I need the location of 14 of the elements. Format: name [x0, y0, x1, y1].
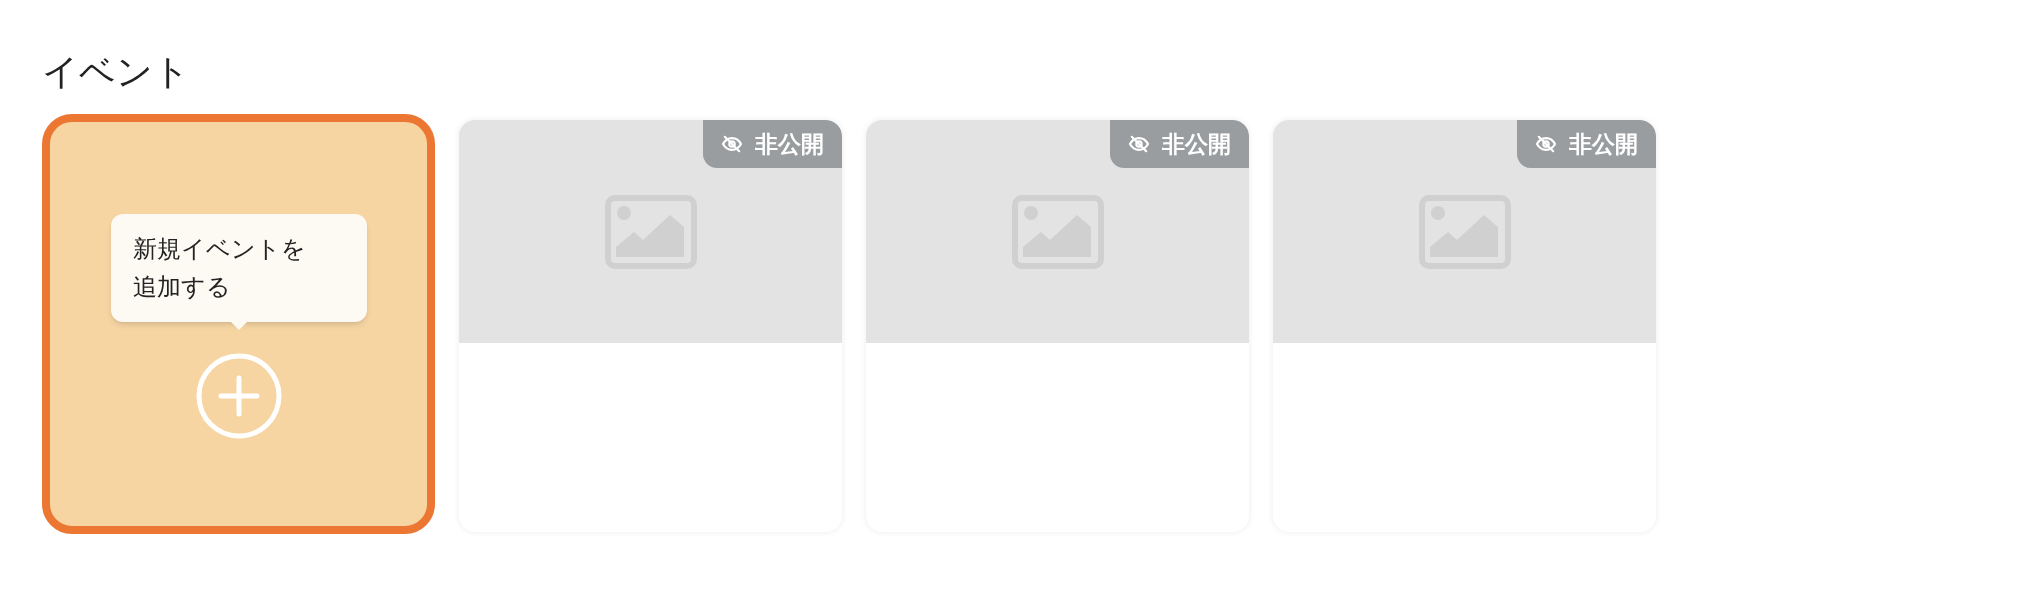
eye-off-icon [1128, 135, 1150, 153]
event-card[interactable]: 非公開 [1273, 120, 1656, 532]
section-title: イベント [42, 50, 190, 94]
plus-circle-icon [194, 352, 283, 440]
private-label: 非公開 [1569, 129, 1638, 159]
private-label: 非公開 [755, 129, 824, 159]
tooltip: 新規イベントを追加する [110, 214, 367, 322]
event-card[interactable]: 非公開 [866, 120, 1249, 532]
tooltip-pointer [230, 322, 247, 330]
private-label: 非公開 [1162, 129, 1231, 159]
event-card[interactable]: 非公開 [459, 120, 842, 532]
eye-off-icon [721, 135, 743, 153]
eye-off-icon [1535, 135, 1557, 153]
add-event-card[interactable]: 新規イベントを追加する [42, 114, 435, 534]
